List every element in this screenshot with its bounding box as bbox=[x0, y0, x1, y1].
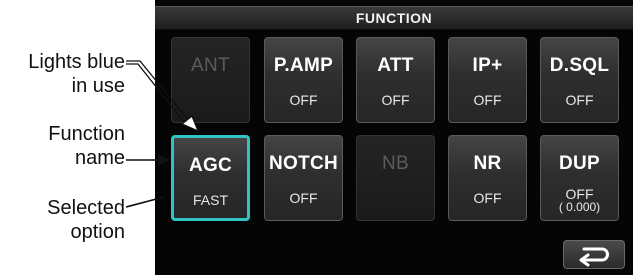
selected-option-line bbox=[125, 196, 165, 208]
annotation-arrows bbox=[125, 60, 200, 208]
function-name-arrow bbox=[126, 154, 170, 166]
lights-blue-arrow bbox=[126, 60, 200, 133]
